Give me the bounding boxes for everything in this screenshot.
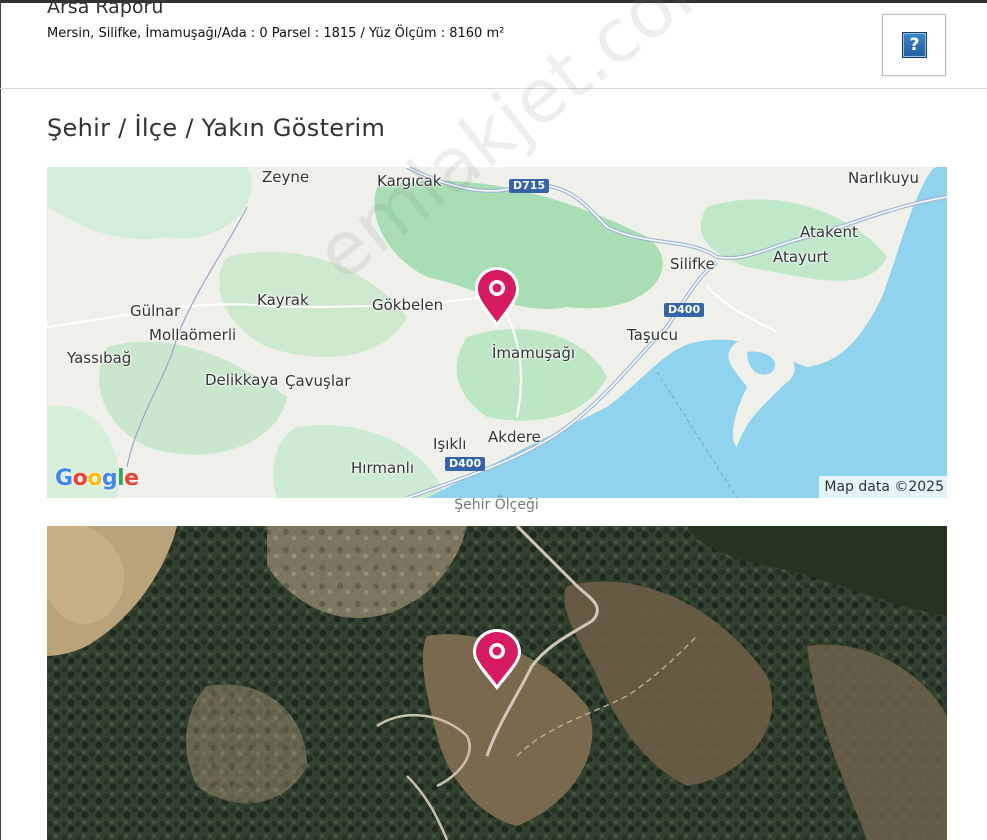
place-mollaomerli: Mollaömerli bbox=[149, 326, 237, 344]
place-gulnar: Gülnar bbox=[130, 302, 181, 320]
place-yassibag: Yassıbağ bbox=[67, 349, 132, 367]
place-silifke: Silifke bbox=[670, 255, 715, 273]
place-narlikuyu: Narlıkuyu bbox=[848, 169, 920, 187]
place-zeyne: Zeyne bbox=[262, 168, 310, 186]
place-imamusagi: İmamuşağı bbox=[492, 344, 576, 362]
place-kargicak: Kargıcak bbox=[377, 172, 442, 190]
place-gokbelen: Gökbelen bbox=[372, 296, 444, 314]
map-scale-caption: Şehir Ölçeği bbox=[454, 497, 539, 513]
report-header: Arsa Raporu Mersin, Silifke, İmamuşağı/A… bbox=[0, 0, 987, 89]
google-logo[interactable]: Google bbox=[55, 466, 139, 491]
map-attribution[interactable]: Map data ©2025 bbox=[819, 476, 947, 498]
place-tasucu: Taşucu bbox=[627, 326, 678, 344]
road-shield-d400-east: D400 bbox=[664, 303, 705, 317]
section-title: Şehir / İlçe / Yakın Gösterim bbox=[47, 114, 386, 142]
place-atakent: Atakent bbox=[800, 223, 858, 241]
road-shield-d400-south: D400 bbox=[445, 457, 486, 471]
help-icon[interactable]: ? bbox=[902, 32, 927, 58]
place-delikkaya: Delikkaya bbox=[205, 371, 279, 389]
report-title: Arsa Raporu bbox=[47, 0, 164, 18]
report-subtitle: Mersin, Silifke, İmamuşağı/Ada : 0 Parse… bbox=[47, 26, 505, 41]
help-button[interactable]: ? bbox=[882, 14, 946, 76]
road-shield-d715: D715 bbox=[509, 179, 550, 193]
place-isikli: Işıklı bbox=[433, 435, 467, 453]
location-pin-icon bbox=[475, 267, 519, 327]
place-hirmanli: Hırmanlı bbox=[351, 459, 414, 477]
place-akdere: Akdere bbox=[488, 428, 541, 446]
place-kayrak: Kayrak bbox=[257, 291, 309, 309]
city-scale-map[interactable]: Zeyne Kargıcak D715 Narlıkuyu Atakent At… bbox=[47, 167, 947, 498]
satellite-map[interactable] bbox=[47, 526, 947, 840]
satellite-map-graphics bbox=[47, 526, 947, 840]
place-atayurt: Atayurt bbox=[773, 248, 829, 266]
place-cavuslar: Çavuşlar bbox=[285, 372, 351, 390]
